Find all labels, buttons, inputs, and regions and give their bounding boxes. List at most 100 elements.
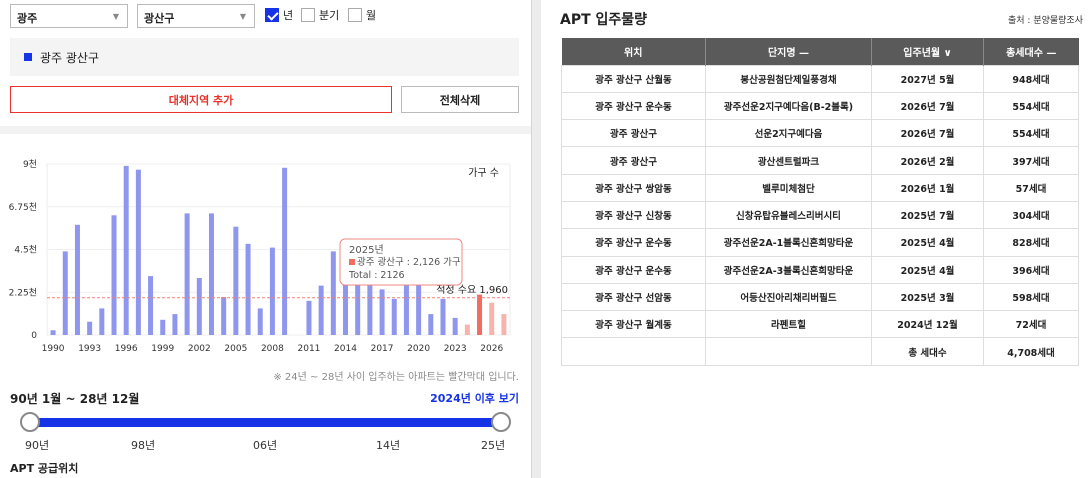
apt-supply-table: 위치 단지명 — 입주년월 ∨ 총세대수 — 광주 광산구 산월동 봉산공원첨단제… xyxy=(561,38,1079,366)
reference-line-label: 적정 수요 1,960 xyxy=(436,284,508,296)
x-tick-label: 1996 xyxy=(115,344,138,354)
cell-complex: 봉산공원첨단제일풍경채 xyxy=(705,64,872,93)
table-row[interactable]: 광주 광산구 운수동 광주선운2A-3블록신혼희망타운 2025년 4월 396세대 xyxy=(561,255,1079,284)
y-tick-label: 0 xyxy=(31,331,37,341)
table-row[interactable]: 광주 광산구 운수동 광주선운2A-1블록신혼희망타운 2025년 4월 828세대 xyxy=(561,228,1079,257)
selected-region-box: 광주 광산구 xyxy=(10,38,519,76)
chevron-down-icon: ▼ xyxy=(239,12,246,21)
bar-2013 xyxy=(330,251,336,335)
bar-1999 xyxy=(160,319,166,335)
bar-2009 xyxy=(282,167,288,335)
cell-households: 304세대 xyxy=(983,200,1079,230)
cell-move-in: 2027년 5월 xyxy=(871,64,984,93)
table-row[interactable]: 광주 광산구 광산센트럴파크 2026년 2월 397세대 xyxy=(561,146,1079,175)
cell-location: 광주 광산구 운수동 xyxy=(561,228,706,257)
cell-location: 광주 광산구 선암동 xyxy=(561,282,706,312)
table-total-row: 총 세대수 4,708세대 xyxy=(561,337,1079,366)
table-row[interactable]: 광주 광산구 신창동 신창유탑유블레스리버시티 2025년 7월 304세대 xyxy=(561,200,1079,230)
cell-location: 광주 광산구 산월동 xyxy=(561,64,706,93)
bar-1992 xyxy=(74,224,80,335)
period-quarter-label: 분기 xyxy=(319,9,340,22)
y-tick-label: 4.5천 xyxy=(14,245,37,256)
add-region-button[interactable]: 대체지역 추가 xyxy=(10,86,392,113)
cell-location: 광주 광산구 xyxy=(561,146,706,175)
cell-households: 598세대 xyxy=(983,282,1079,312)
checkbox-checked-icon xyxy=(265,8,279,22)
table-source: 출처 : 분양물량조사 xyxy=(1008,16,1083,26)
view-after-2024-link[interactable]: 2024년 이후 보기 xyxy=(430,390,519,406)
bar-1996 xyxy=(123,165,129,335)
tooltip-series-line: 광주 광산구 : 2,126 가구 xyxy=(357,256,461,268)
cell-location: 광주 광산구 월계동 xyxy=(561,310,706,339)
cell-complex: 벨루미체첨단 xyxy=(705,173,872,202)
cell-complex: 광주선운2A-1블록신혼희망타운 xyxy=(705,228,872,257)
column-header-households[interactable]: 총세대수 — xyxy=(983,38,1079,65)
table-row[interactable]: 광주 광산구 선암동 어등산진아리채리버필드 2025년 3월 598세대 xyxy=(561,282,1079,312)
range-label-14: 14년 xyxy=(376,439,401,452)
tooltip-series-marker xyxy=(349,259,355,265)
cell-location: 광주 광산구 쌍암동 xyxy=(561,173,706,202)
district-select[interactable]: 광산구 ▼ xyxy=(137,4,255,28)
cell-complex: 라펜트힐 xyxy=(705,310,872,339)
table-row[interactable]: 광주 광산구 쌍암동 벨루미체첨단 2026년 1월 57세대 xyxy=(561,173,1079,202)
period-month-checkbox[interactable]: 월 xyxy=(348,7,376,23)
bar-2023 xyxy=(452,317,458,335)
cell-location: 광주 광산구 신창동 xyxy=(561,200,706,230)
table-row[interactable]: 광주 광산구 월계동 라펜트힐 2024년 12월 72세대 xyxy=(561,310,1079,339)
column-header-move-in[interactable]: 입주년월 ∨ xyxy=(871,38,984,65)
cell-empty xyxy=(705,337,872,366)
cell-households: 948세대 xyxy=(983,64,1079,93)
table-title: APT 입주물량 xyxy=(560,12,648,28)
bar-2008 xyxy=(269,247,275,335)
period-quarter-checkbox[interactable]: 분기 xyxy=(301,7,339,23)
range-slider-end-handle[interactable] xyxy=(491,412,511,432)
cell-households: 397세대 xyxy=(983,146,1079,175)
clear-all-button[interactable]: 전체삭제 xyxy=(401,86,519,113)
city-select[interactable]: 광주 ▼ xyxy=(10,4,128,28)
x-tick-label: 2023 xyxy=(444,344,467,354)
range-slider-start-handle[interactable] xyxy=(20,412,40,432)
cell-move-in: 2025년 3월 xyxy=(871,282,984,312)
bar-2018 xyxy=(391,298,397,335)
cell-move-in: 2025년 7월 xyxy=(871,200,984,230)
bar-2005 xyxy=(233,226,239,335)
x-tick-label: 2026 xyxy=(480,344,503,354)
section-separator xyxy=(0,126,531,134)
cell-complex: 광주선운2A-3블록신혼희망타운 xyxy=(705,255,872,284)
bar-2016 xyxy=(367,279,373,335)
x-tick-label: 1993 xyxy=(78,344,101,354)
cell-households: 554세대 xyxy=(983,119,1079,148)
x-tick-label: 2014 xyxy=(334,344,357,354)
x-tick-label: 2017 xyxy=(371,344,394,354)
bar-2007 xyxy=(257,308,263,335)
bar-2027 xyxy=(501,314,507,335)
column-header-complex[interactable]: 단지명 — xyxy=(705,38,872,65)
bar-2001 xyxy=(184,213,190,335)
period-year-checkbox[interactable]: 년 xyxy=(265,7,293,23)
bar-1990 xyxy=(50,330,56,335)
cell-households: 554세대 xyxy=(983,91,1079,121)
table-row[interactable]: 광주 광산구 산월동 봉산공원첨단제일풍경채 2027년 5월 948세대 xyxy=(561,64,1079,93)
panel-divider[interactable] xyxy=(531,0,541,478)
table-row[interactable]: 광주 광산구 선운2지구예다음 2026년 7월 554세대 xyxy=(561,119,1079,148)
range-slider-track[interactable] xyxy=(30,418,501,427)
bar-2022 xyxy=(440,298,446,335)
x-tick-label: 2011 xyxy=(298,344,321,354)
table-row[interactable]: 광주 광산구 운수동 광주선운2지구예다음(B-2블록) 2026년 7월 554세대 xyxy=(561,91,1079,121)
cell-location: 광주 광산구 운수동 xyxy=(561,255,706,284)
cell-empty xyxy=(561,337,706,366)
cell-households: 396세대 xyxy=(983,255,1079,284)
checkbox-empty-icon xyxy=(301,8,315,22)
bar-2004 xyxy=(221,297,227,335)
y-tick-label: 9천 xyxy=(23,159,37,170)
bar-1993 xyxy=(87,321,93,335)
x-tick-label: 1999 xyxy=(151,344,174,354)
range-label-90: 90년 xyxy=(25,439,50,452)
x-tick-label: 1990 xyxy=(42,344,65,354)
bar-2011 xyxy=(306,300,312,335)
range-label-06: 06년 xyxy=(253,439,278,452)
x-tick-label: 2002 xyxy=(188,344,211,354)
x-tick-label: 2008 xyxy=(261,344,284,354)
district-select-value: 광산구 xyxy=(144,12,175,25)
bar-1991 xyxy=(62,251,68,335)
